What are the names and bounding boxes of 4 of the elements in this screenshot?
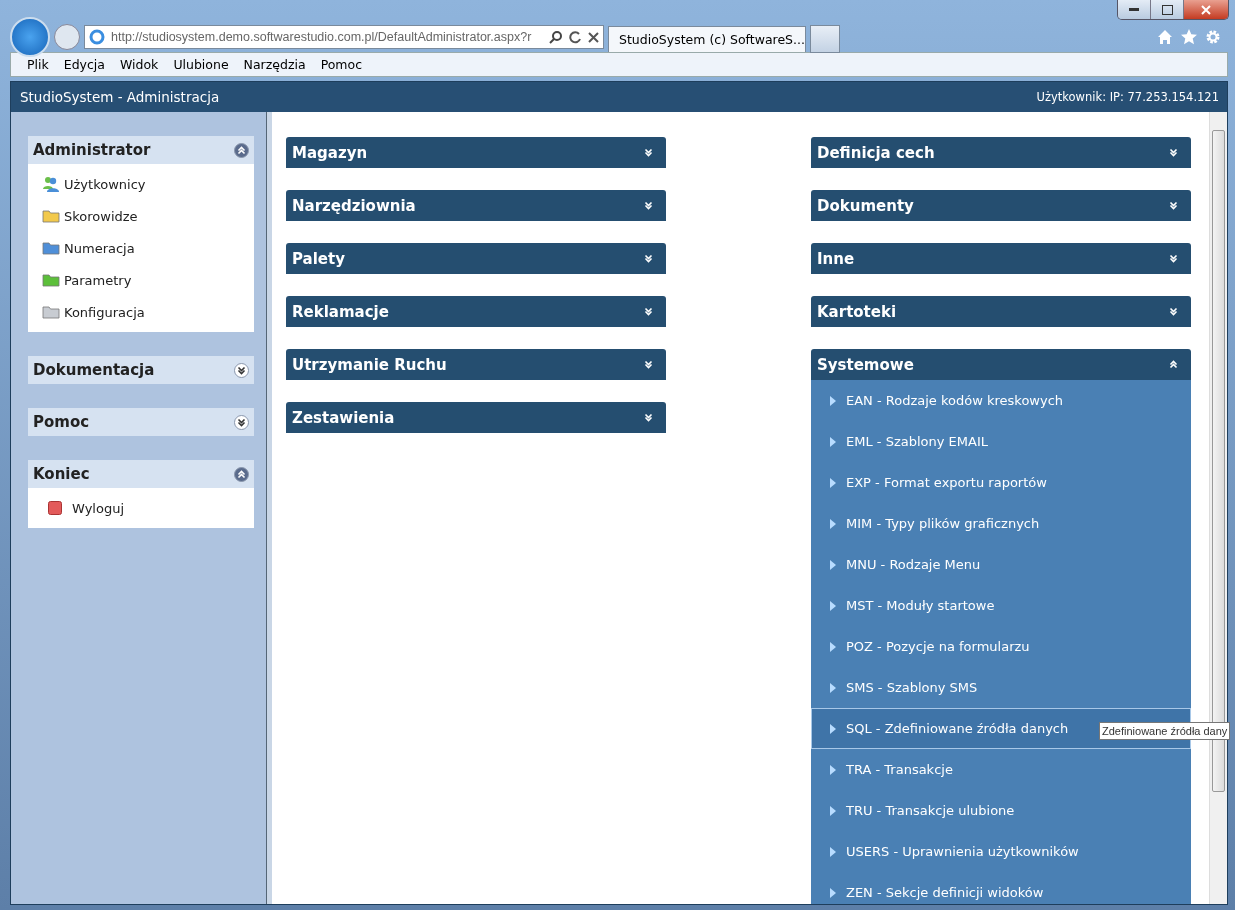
tab-title: StudioSystem (c) SoftwareS... [619, 32, 805, 47]
tooltip: Zdefiniowane źródła dany [1099, 722, 1231, 740]
user-info: Użytkownik: IP: 77.253.154.121 [1036, 90, 1219, 104]
app-title: StudioSystem - Administracja [20, 89, 220, 105]
